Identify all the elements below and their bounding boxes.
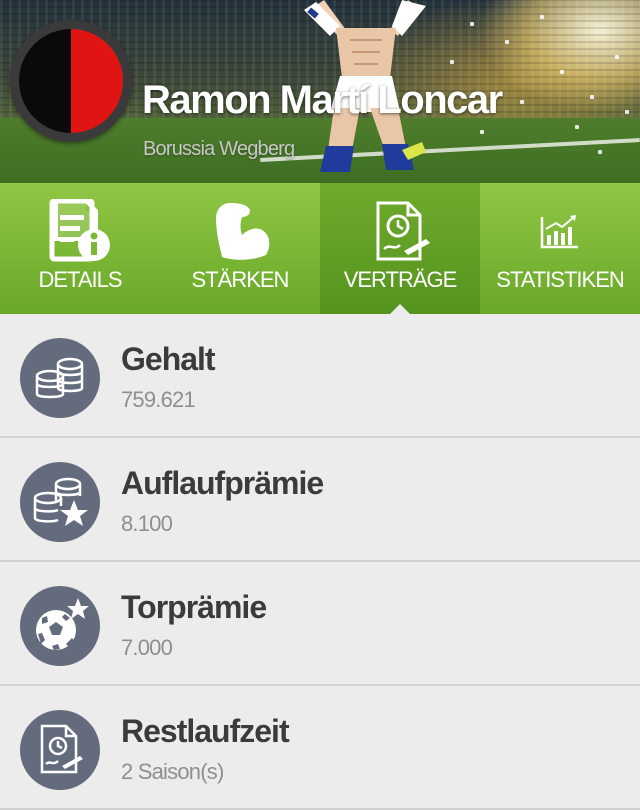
tab-details[interactable]: DETAILS xyxy=(0,183,160,314)
list-item-restlaufzeit[interactable]: Restlaufzeit 2 Saison(s) xyxy=(0,686,640,810)
coins-star-icon xyxy=(20,462,100,542)
tab-vertraege[interactable]: VERTRÄGE xyxy=(320,183,480,314)
contract-clock-icon xyxy=(20,710,100,790)
item-value: 7.000 xyxy=(121,635,173,660)
item-title: Torprämie xyxy=(121,589,267,625)
contract-list: Gehalt 759.621 Auflaufprämie 8.100 Torpr… xyxy=(0,314,640,810)
details-info-icon xyxy=(0,199,160,263)
item-title: Restlaufzeit xyxy=(121,713,290,749)
contract-icon xyxy=(320,199,480,263)
soccer-ball-star-icon xyxy=(20,586,100,666)
bar-chart-icon xyxy=(480,199,640,263)
player-header: Ramon Martí Loncar Borussia Wegberg xyxy=(0,0,640,183)
tab-details-label: DETAILS xyxy=(38,267,122,292)
club-logo xyxy=(10,20,132,142)
club-name: Borussia Wegberg xyxy=(143,138,295,160)
item-title: Auflaufprämie xyxy=(121,465,324,501)
club-logo-colors xyxy=(19,29,123,133)
tab-staerken-label: STÄRKEN xyxy=(191,267,290,292)
coins-icon xyxy=(20,338,100,418)
list-item-gehalt[interactable]: Gehalt 759.621 xyxy=(0,314,640,438)
item-value: 8.100 xyxy=(121,511,173,536)
item-title: Gehalt xyxy=(121,341,216,377)
list-item-torpraemie[interactable]: Torprämie 7.000 xyxy=(0,562,640,686)
tab-statistiken-label: STATISTIKEN xyxy=(496,267,625,292)
tab-vertraege-label: VERTRÄGE xyxy=(343,267,458,292)
player-name: Ramon Martí Loncar xyxy=(142,78,503,122)
list-item-auflaufpraemie[interactable]: Auflaufprämie 8.100 xyxy=(0,438,640,562)
active-tab-pointer xyxy=(390,304,410,314)
tab-bar: DETAILS STÄRKEN VERTRÄGE STATISTIKEN xyxy=(0,183,640,314)
tab-statistiken[interactable]: STATISTIKEN xyxy=(480,183,640,314)
item-value: 2 Saison(s) xyxy=(121,759,224,784)
item-value: 759.621 xyxy=(121,387,196,412)
flexed-arm-icon xyxy=(160,199,320,263)
tab-staerken[interactable]: STÄRKEN xyxy=(160,183,320,314)
